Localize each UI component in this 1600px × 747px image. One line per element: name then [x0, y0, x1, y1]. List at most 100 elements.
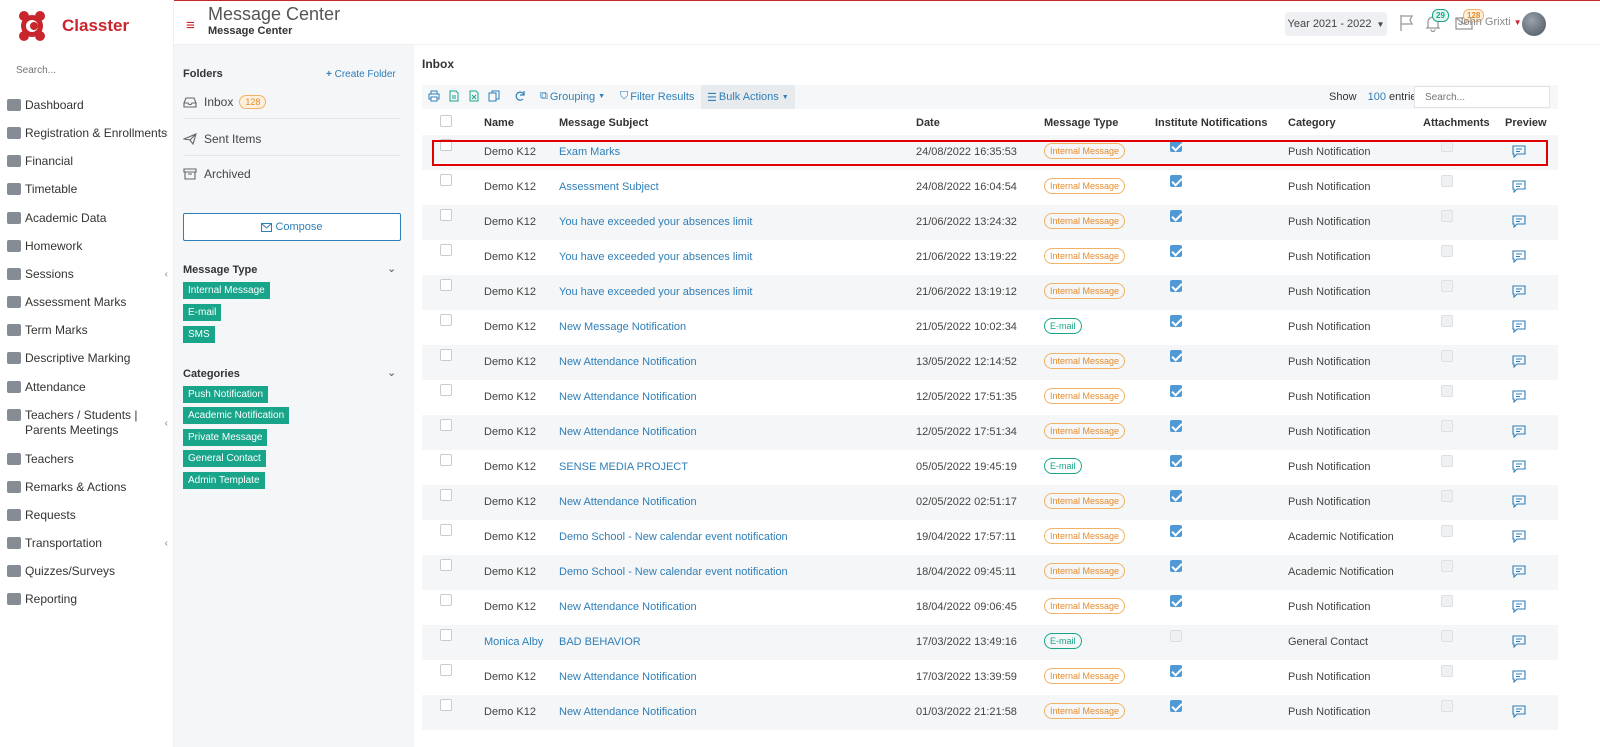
notifications-button[interactable]: 29	[1423, 9, 1449, 33]
sidebar-item-requests[interactable]: Requests	[0, 508, 174, 523]
preview-message-icon[interactable]	[1512, 425, 1526, 438]
preview-message-icon[interactable]	[1512, 180, 1526, 193]
sidebar-item-timetable[interactable]: Timetable	[0, 182, 174, 197]
column-subject[interactable]: Message Subject	[559, 117, 648, 129]
avatar[interactable]	[1522, 12, 1546, 36]
sidebar-item-remarks-actions[interactable]: Remarks & Actions	[0, 480, 174, 495]
row-select-checkbox[interactable]	[440, 489, 452, 501]
row-select-checkbox[interactable]	[440, 139, 452, 151]
sidebar-item-assessment-marks[interactable]: Assessment Marks	[0, 295, 174, 310]
row-select-checkbox[interactable]	[440, 629, 452, 641]
message-subject-link[interactable]: Demo School - New calendar event notific…	[559, 531, 788, 543]
grouping-dropdown[interactable]: ⧉ Grouping ▼	[540, 90, 605, 103]
message-subject-link[interactable]: You have exceeded your absences limit	[559, 286, 752, 298]
message-subject-link[interactable]: New Attendance Notification	[559, 496, 697, 508]
column-date[interactable]: Date	[916, 117, 940, 129]
sender-name[interactable]: Monica Alby	[484, 636, 543, 648]
export-csv-icon[interactable]	[448, 90, 460, 102]
row-select-checkbox[interactable]	[440, 699, 452, 711]
export-excel-icon[interactable]	[468, 90, 480, 102]
message-subject-link[interactable]: Demo School - New calendar event notific…	[559, 566, 788, 578]
folder-sent[interactable]: Sent Items	[183, 122, 401, 156]
message-subject-link[interactable]: New Attendance Notification	[559, 391, 697, 403]
table-row[interactable]: Demo K12 New Attendance Notification 17/03…	[422, 660, 1558, 695]
preview-message-icon[interactable]	[1512, 320, 1526, 333]
row-select-checkbox[interactable]	[440, 559, 452, 571]
message-type-tag[interactable]: Internal Message	[183, 282, 270, 299]
sidebar-item-attendance[interactable]: Attendance	[0, 380, 174, 395]
table-row[interactable]: Demo K12 You have exceeded your absences …	[422, 205, 1558, 240]
row-select-checkbox[interactable]	[440, 314, 452, 326]
category-tag[interactable]: Private Message	[183, 429, 268, 446]
message-subject-link[interactable]: New Attendance Notification	[559, 601, 697, 613]
message-subject-link[interactable]: New Attendance Notification	[559, 426, 697, 438]
preview-message-icon[interactable]	[1512, 705, 1526, 718]
preview-message-icon[interactable]	[1512, 495, 1526, 508]
chevron-down-icon[interactable]: ⌄	[387, 366, 396, 379]
refresh-icon[interactable]	[514, 90, 526, 102]
menu-toggle-icon[interactable]: ≡	[186, 17, 195, 34]
sidebar-item-sessions[interactable]: Sessions ‹	[0, 267, 174, 282]
sidebar-item-academic-data[interactable]: Academic Data	[0, 211, 174, 226]
preview-message-icon[interactable]	[1512, 285, 1526, 298]
print-icon[interactable]	[428, 90, 440, 102]
message-subject-link[interactable]: BAD BEHAVIOR	[559, 636, 641, 648]
table-row[interactable]: Demo K12 You have exceeded your absences …	[422, 275, 1558, 310]
message-subject-link[interactable]: New Attendance Notification	[559, 671, 697, 683]
preview-message-icon[interactable]	[1512, 250, 1526, 263]
page-length-select[interactable]: 100	[1368, 91, 1386, 103]
folder-inbox[interactable]: Inbox 128	[183, 85, 401, 119]
copy-icon[interactable]	[488, 90, 500, 102]
flag-icon[interactable]	[1397, 13, 1417, 33]
preview-message-icon[interactable]	[1512, 565, 1526, 578]
preview-message-icon[interactable]	[1512, 355, 1526, 368]
table-row[interactable]: Demo K12 New Attendance Notification 02/05…	[422, 485, 1558, 520]
sidebar-item-transportation[interactable]: Transportation ‹	[0, 536, 174, 551]
sidebar-item-dashboard[interactable]: Dashboard	[0, 98, 174, 113]
user-menu[interactable]: John Grixti ▼	[1458, 16, 1522, 28]
column-message-type[interactable]: Message Type	[1044, 117, 1118, 129]
logo[interactable]: Classter	[14, 8, 129, 44]
column-attachments[interactable]: Attachments	[1423, 117, 1490, 129]
table-row[interactable]: Demo K12 Demo School - New calendar event…	[422, 520, 1558, 555]
sidebar-item-teachers[interactable]: Teachers	[0, 452, 174, 467]
sidebar-item-homework[interactable]: Homework	[0, 239, 174, 254]
table-row[interactable]: Demo K12 New Attendance Notification 12/05…	[422, 380, 1558, 415]
column-institute-notifications[interactable]: Institute Notifications	[1155, 117, 1267, 129]
row-select-checkbox[interactable]	[440, 419, 452, 431]
table-row[interactable]: Monica Alby BAD BEHAVIOR 17/03/2022 13:49:…	[422, 625, 1558, 660]
sidebar-item-registration-enrollments[interactable]: Registration & Enrollments ‹	[0, 126, 174, 141]
message-subject-link[interactable]: You have exceeded your absences limit	[559, 216, 752, 228]
message-subject-link[interactable]: Exam Marks	[559, 146, 620, 158]
category-tag[interactable]: Push Notification	[183, 386, 269, 403]
message-type-tag[interactable]: E-mail	[183, 304, 222, 321]
table-row[interactable]: Demo K12 New Attendance Notification 12/05…	[422, 415, 1558, 450]
row-select-checkbox[interactable]	[440, 384, 452, 396]
message-subject-link[interactable]: Assessment Subject	[559, 181, 659, 193]
sidebar-item-reporting[interactable]: Reporting	[0, 592, 174, 607]
message-subject-link[interactable]: New Attendance Notification	[559, 356, 697, 368]
sidebar-search-input[interactable]	[16, 62, 156, 78]
row-select-checkbox[interactable]	[440, 524, 452, 536]
table-row[interactable]: Demo K12 New Message Notification 21/05/20…	[422, 310, 1558, 345]
table-search-input[interactable]	[1414, 86, 1550, 108]
table-row[interactable]: Demo K12 Assessment Subject 24/08/2022 16:…	[422, 170, 1558, 205]
sidebar-item-quizzes-surveys[interactable]: Quizzes/Surveys	[0, 564, 174, 579]
preview-message-icon[interactable]	[1512, 215, 1526, 228]
preview-message-icon[interactable]	[1512, 530, 1526, 543]
column-name[interactable]: Name	[484, 117, 514, 129]
message-subject-link[interactable]: You have exceeded your absences limit	[559, 251, 752, 263]
row-select-checkbox[interactable]	[440, 454, 452, 466]
preview-message-icon[interactable]	[1512, 390, 1526, 403]
year-select[interactable]: Year 2021 - 2022 ▼	[1285, 12, 1387, 36]
message-type-tag[interactable]: SMS	[183, 326, 215, 343]
category-tag[interactable]: Admin Template	[183, 472, 265, 489]
row-select-checkbox[interactable]	[440, 174, 452, 186]
row-select-checkbox[interactable]	[440, 349, 452, 361]
row-select-checkbox[interactable]	[440, 244, 452, 256]
table-row[interactable]: Demo K12 You have exceeded your absences …	[422, 240, 1558, 275]
preview-message-icon[interactable]	[1512, 670, 1526, 683]
column-category[interactable]: Category	[1288, 117, 1336, 129]
sidebar-item-descriptive-marking[interactable]: Descriptive Marking	[0, 351, 174, 366]
row-select-checkbox[interactable]	[440, 279, 452, 291]
